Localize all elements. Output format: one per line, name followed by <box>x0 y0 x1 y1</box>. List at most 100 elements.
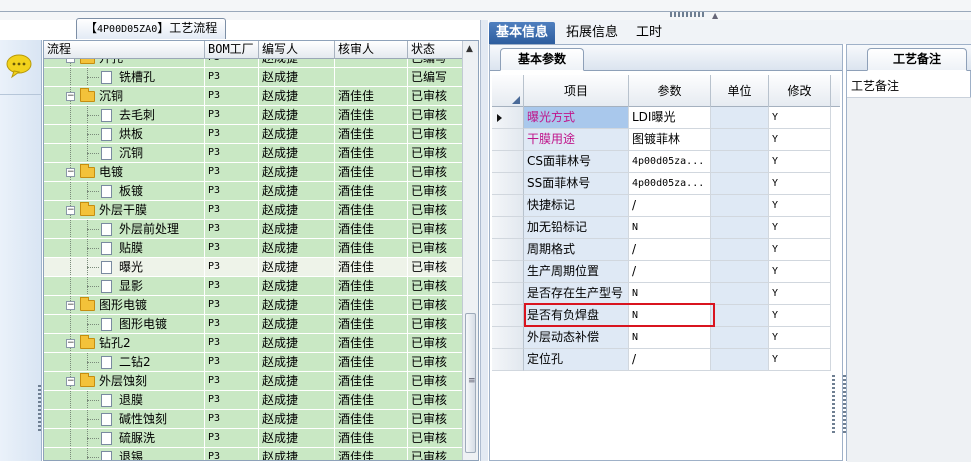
param-row[interactable]: 干膜用途 图镀菲林 Y <box>492 129 840 151</box>
param-modify-cell[interactable]: Y <box>769 305 831 327</box>
param-value-cell[interactable]: LDI曝光 <box>629 107 711 129</box>
table-row[interactable]: 碱性蚀刻 P3 赵成捷 酒佳佳 已审核 <box>44 410 464 429</box>
tab-work-hours[interactable]: 工时 <box>629 22 669 44</box>
flow-step-cell[interactable]: − 沉铜 <box>44 87 205 106</box>
scroll-up-arrow-icon[interactable]: ▲ <box>466 44 473 54</box>
table-row[interactable]: 显影 P3 赵成捷 酒佳佳 已审核 <box>44 277 464 296</box>
param-unit-cell[interactable] <box>711 151 769 173</box>
row-selector[interactable] <box>492 195 524 217</box>
row-selector[interactable] <box>492 129 524 151</box>
param-unit-cell[interactable] <box>711 261 769 283</box>
param-modify-cell[interactable]: Y <box>769 173 831 195</box>
collapse-toggle-icon[interactable]: − <box>66 339 75 348</box>
flow-step-cell[interactable]: − 开孔 <box>44 59 205 68</box>
param-unit-cell[interactable] <box>711 129 769 151</box>
param-modify-cell[interactable]: Y <box>769 327 831 349</box>
param-row[interactable]: 生产周期位置 / Y <box>492 261 840 283</box>
col-header-item[interactable]: 项目 <box>524 75 629 107</box>
collapse-toggle-icon[interactable]: − <box>66 168 75 177</box>
param-row[interactable]: 周期格式 / Y <box>492 239 840 261</box>
table-row[interactable]: 退膜 P3 赵成捷 酒佳佳 已审核 <box>44 391 464 410</box>
flow-step-cell[interactable]: − 电镀 <box>44 163 205 182</box>
scrollbar-thumb[interactable]: ≡ <box>465 313 476 453</box>
collapse-toggle-icon[interactable]: − <box>66 377 75 386</box>
param-modify-cell[interactable]: Y <box>769 239 831 261</box>
flow-step-cell[interactable]: 沉铜 <box>44 144 205 163</box>
collapse-arrow-icon[interactable]: ▲ <box>712 11 718 20</box>
param-unit-cell[interactable] <box>711 217 769 239</box>
table-row[interactable]: − 开孔 P3赵成捷 已编写 <box>44 59 464 68</box>
param-row[interactable]: 曝光方式 LDI曝光 Y <box>492 107 840 129</box>
param-value-cell[interactable]: N <box>629 327 711 349</box>
flow-step-cell[interactable]: − 外层干膜 <box>44 201 205 220</box>
col-header-flow[interactable]: 流程 <box>44 41 205 59</box>
flow-step-cell[interactable]: 曝光 <box>44 258 205 277</box>
param-row[interactable]: SS面菲林号 4p00d05za... Y <box>492 173 840 195</box>
table-row[interactable]: − 图形电镀 P3 赵成捷 酒佳佳 已审核 <box>44 296 464 315</box>
tab-process-notes[interactable]: 工艺备注 <box>867 48 967 71</box>
flow-step-cell[interactable]: 退膜 <box>44 391 205 410</box>
process-flow-tab[interactable]: 【4P00D05ZA0】工艺流程 <box>76 18 226 39</box>
tab-basic-params[interactable]: 基本参数 <box>500 48 584 71</box>
param-modify-cell[interactable]: Y <box>769 107 831 129</box>
flow-step-cell[interactable]: 显影 <box>44 277 205 296</box>
collapse-toggle-icon[interactable]: − <box>66 59 75 63</box>
table-row[interactable]: 曝光 P3 赵成捷 酒佳佳 已审核 <box>44 258 464 277</box>
param-value-cell[interactable]: / <box>629 195 711 217</box>
param-modify-cell[interactable]: Y <box>769 349 831 371</box>
param-row[interactable]: 是否存在生产型号 N Y <box>492 283 840 305</box>
col-header-status[interactable]: 状态 <box>408 41 464 59</box>
collapse-toggle-icon[interactable]: − <box>66 206 75 215</box>
flow-step-cell[interactable]: 烘板 <box>44 125 205 144</box>
notes-textarea[interactable] <box>847 97 971 462</box>
param-value-cell[interactable]: 图镀菲林 <box>629 129 711 151</box>
param-unit-cell[interactable] <box>711 305 769 327</box>
param-unit-cell[interactable] <box>711 349 769 371</box>
table-row[interactable]: − 电镀 P3 赵成捷 酒佳佳 已审核 <box>44 163 464 182</box>
notes-splitter-grip[interactable] <box>843 375 846 435</box>
table-row[interactable]: 贴膜 P3 赵成捷 酒佳佳 已审核 <box>44 239 464 258</box>
col-header-unit[interactable]: 单位 <box>711 75 769 107</box>
grid-vertical-scrollbar[interactable]: ▲ ≡ <box>462 41 478 460</box>
table-row[interactable]: − 钻孔2 P3 赵成捷 酒佳佳 已审核 <box>44 334 464 353</box>
row-selector[interactable] <box>492 173 524 195</box>
table-row[interactable]: 烘板 P3 赵成捷 酒佳佳 已审核 <box>44 125 464 144</box>
param-row[interactable]: 定位孔 / Y <box>492 349 840 371</box>
tab-basic-info[interactable]: 基本信息 <box>489 22 556 44</box>
param-row[interactable]: CS面菲林号 4p00d05za... Y <box>492 151 840 173</box>
flow-step-cell[interactable]: − 钻孔2 <box>44 334 205 353</box>
row-selector[interactable] <box>492 239 524 261</box>
table-row[interactable]: 铣槽孔 P3 赵成捷 已编写 <box>44 68 464 87</box>
param-modify-cell[interactable]: Y <box>769 151 831 173</box>
flow-step-cell[interactable]: 图形电镀 <box>44 315 205 334</box>
table-row[interactable]: 退锡 P3 赵成捷 酒佳佳 已审核 <box>44 448 464 460</box>
row-selector[interactable] <box>492 261 524 283</box>
select-all-corner[interactable] <box>492 75 524 107</box>
param-unit-cell[interactable] <box>711 107 769 129</box>
param-value-cell[interactable]: N <box>629 217 711 239</box>
row-selector[interactable] <box>492 349 524 371</box>
row-selector[interactable] <box>492 305 524 327</box>
col-header-bom[interactable]: BOM工厂 <box>205 41 259 59</box>
col-header-reviewer[interactable]: 核审人 <box>335 41 408 59</box>
col-header-modify[interactable]: 修改 <box>769 75 831 107</box>
param-unit-cell[interactable] <box>711 195 769 217</box>
flow-step-cell[interactable]: − 外层蚀刻 <box>44 372 205 391</box>
param-value-cell[interactable]: / <box>629 239 711 261</box>
table-row[interactable]: 板镀 P3 赵成捷 酒佳佳 已审核 <box>44 182 464 201</box>
flow-step-cell[interactable]: − 图形电镀 <box>44 296 205 315</box>
collapse-toggle-icon[interactable]: − <box>66 92 75 101</box>
param-value-cell[interactable]: / <box>629 261 711 283</box>
table-row[interactable]: 外层前处理 P3 赵成捷 酒佳佳 已审核 <box>44 220 464 239</box>
param-unit-cell[interactable] <box>711 173 769 195</box>
panel-divider[interactable] <box>480 20 488 461</box>
tab-extended-info[interactable]: 拓展信息 <box>559 22 625 44</box>
flow-step-cell[interactable]: 铣槽孔 <box>44 68 205 87</box>
flow-step-cell[interactable]: 外层前处理 <box>44 220 205 239</box>
table-row[interactable]: 沉铜 P3 赵成捷 酒佳佳 已审核 <box>44 144 464 163</box>
col-header-param[interactable]: 参数 <box>629 75 711 107</box>
flow-step-cell[interactable]: 碱性蚀刻 <box>44 410 205 429</box>
strip-splitter-grip[interactable] <box>38 385 41 433</box>
table-row[interactable]: − 沉铜 P3 赵成捷 酒佳佳 已审核 <box>44 87 464 106</box>
splitter-grip[interactable] <box>670 12 706 17</box>
